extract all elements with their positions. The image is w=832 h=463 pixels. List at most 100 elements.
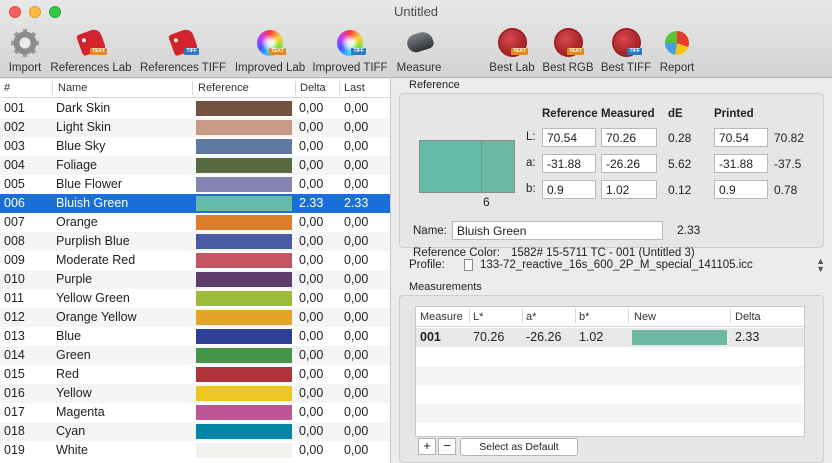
column-header-b[interactable]: b* (579, 311, 589, 323)
remove-measurement-button[interactable]: − (438, 438, 456, 455)
column-header-delta[interactable]: Delta (735, 311, 761, 323)
add-measurement-button[interactable]: + (418, 438, 436, 455)
table-row[interactable]: 006 Bluish Green 2.33 2.33 (0, 194, 390, 213)
reference-swatch (196, 215, 292, 230)
patch-delta: 0,00 (299, 177, 324, 191)
patch-last: 0,00 (344, 215, 369, 229)
measured-value-field[interactable]: -26.26 (601, 154, 657, 173)
printed-column-header: Printed (714, 108, 754, 120)
reference-value-field[interactable]: 70.54 (542, 128, 596, 147)
table-row[interactable]: 011 Yellow Green 0,00 0,00 (0, 289, 390, 308)
reference-swatch (196, 196, 292, 211)
best-tiff-button[interactable]: TIFF Best TIFF (599, 22, 653, 74)
reference-column-header: Reference (542, 108, 598, 120)
column-header-reference[interactable]: Reference (198, 82, 249, 94)
measure-id: 001 (420, 330, 441, 344)
name-delta: 2.33 (677, 223, 701, 237)
printed-value-field[interactable]: -31.88 (714, 154, 768, 173)
table-row[interactable]: 007 Orange 0,00 0,00 (0, 213, 390, 232)
patch-last: 0,00 (344, 139, 369, 153)
reference-patch (420, 141, 483, 192)
table-header: # Name Reference Delta Last (0, 79, 390, 98)
table-row[interactable]: 019 White 0,00 0,00 (0, 441, 390, 460)
table-row[interactable]: 005 Blue Flower 0,00 0,00 (0, 175, 390, 194)
measured-value-field[interactable]: 70.26 (601, 128, 657, 147)
table-row[interactable]: 012 Orange Yellow 0,00 0,00 (0, 308, 390, 327)
printed-value-field[interactable]: 0.9 (714, 180, 768, 199)
measured-value-field[interactable]: 1.02 (601, 180, 657, 199)
name-field[interactable]: Bluish Green (452, 221, 663, 240)
table-row[interactable]: 018 Cyan 0,00 0,00 (0, 422, 390, 441)
improved-tiff-button[interactable]: TIFF Improved TIFF (312, 22, 388, 74)
table-row[interactable]: 016 Yellow 0,00 0,00 (0, 384, 390, 403)
seal-text-icon: TEXT (552, 27, 584, 59)
table-row[interactable]: 002 Light Skin 0,00 0,00 (0, 118, 390, 137)
table-row[interactable]: 004 Foliage 0,00 0,00 (0, 156, 390, 175)
patch-name: Orange (56, 215, 98, 229)
printed-value-field[interactable]: 70.54 (714, 128, 768, 147)
reference-value-field[interactable]: 0.9 (542, 180, 596, 199)
best-lab-button[interactable]: TEXT Best Lab (488, 22, 536, 74)
patch-number: 003 (4, 139, 25, 153)
patch-delta: 0,00 (299, 234, 324, 248)
de-value: 0.28 (668, 131, 692, 145)
reference-swatch (196, 101, 292, 116)
column-header-number[interactable]: # (4, 82, 10, 94)
table-row[interactable]: 003 Blue Sky 0,00 0,00 (0, 137, 390, 156)
column-header-name[interactable]: Name (58, 82, 87, 94)
select-as-default-button[interactable]: Select as Default (460, 438, 578, 456)
patch-number: 002 (4, 120, 25, 134)
measurements-section-title: Measurements (409, 281, 482, 293)
column-header-a[interactable]: a* (526, 311, 536, 323)
references-lab-button[interactable]: TEXT References Lab (50, 22, 132, 74)
report-button[interactable]: Report (657, 22, 697, 74)
column-header-measure[interactable]: Measure (420, 311, 463, 323)
patch-name: Blue Flower (56, 177, 122, 191)
import-button[interactable]: Import (6, 22, 44, 74)
table-row[interactable]: 008 Purplish Blue 0,00 0,00 (0, 232, 390, 251)
best-rgb-button[interactable]: TEXT Best RGB (542, 22, 594, 74)
patch-last: 0,00 (344, 310, 369, 324)
reference-swatch (196, 291, 292, 306)
references-tiff-button[interactable]: TIFF References TIFF (140, 22, 226, 74)
table-row[interactable]: 009 Moderate Red 0,00 0,00 (0, 251, 390, 270)
column-header-last[interactable]: Last (344, 82, 365, 94)
table-row[interactable]: 017 Magenta 0,00 0,00 (0, 403, 390, 422)
column-header-delta[interactable]: Delta (300, 82, 326, 94)
patch-last: 0,00 (344, 386, 369, 400)
patch-delta: 0,00 (299, 424, 324, 438)
profile-popup[interactable]: 133-72_reactive_16s_600_2P_M_special_141… (462, 256, 827, 276)
name-label: Name: (413, 225, 447, 237)
table-row[interactable]: 010 Purple 0,00 0,00 (0, 270, 390, 289)
printed-computed-value: -37.5 (774, 157, 802, 171)
patch-delta: 0,00 (299, 215, 324, 229)
column-header-new[interactable]: New (634, 311, 656, 323)
spectrophotometer-icon (403, 27, 436, 59)
improved-lab-button[interactable]: TEXT Improved Lab (233, 22, 307, 74)
patch-name: Cyan (56, 424, 86, 438)
measure-new-swatch (632, 330, 727, 345)
table-row[interactable]: 001 Dark Skin 0,00 0,00 (0, 99, 390, 118)
measurement-row[interactable]: 001 70.26 -26.26 1.02 2.33 (416, 328, 804, 347)
table-row[interactable]: 014 Green 0,00 0,00 (0, 346, 390, 365)
patch-last: 0,00 (344, 120, 369, 134)
reference-swatch (196, 120, 292, 135)
patch-delta: 0,00 (299, 329, 324, 343)
measure-l: 70.26 (473, 330, 505, 344)
pie-chart-icon (661, 27, 693, 59)
patch-name: Bluish Green (56, 196, 129, 210)
empty-row (416, 385, 804, 404)
table-row[interactable]: 015 Red 0,00 0,00 (0, 365, 390, 384)
patch-last: 0,00 (344, 101, 369, 115)
reference-value-field[interactable]: -31.88 (542, 154, 596, 173)
de-value: 0.12 (668, 183, 692, 197)
patch-last: 0,00 (344, 253, 369, 267)
measure-delta: 2.33 (735, 330, 760, 344)
measure-button[interactable]: Measure (395, 22, 443, 74)
patch-number: 018 (4, 424, 25, 438)
patch-delta: 0,00 (299, 158, 324, 172)
reference-swatch (196, 348, 292, 363)
patch-number: 6 (483, 195, 490, 209)
column-header-l[interactable]: L* (473, 311, 483, 323)
table-row[interactable]: 013 Blue 0,00 0,00 (0, 327, 390, 346)
